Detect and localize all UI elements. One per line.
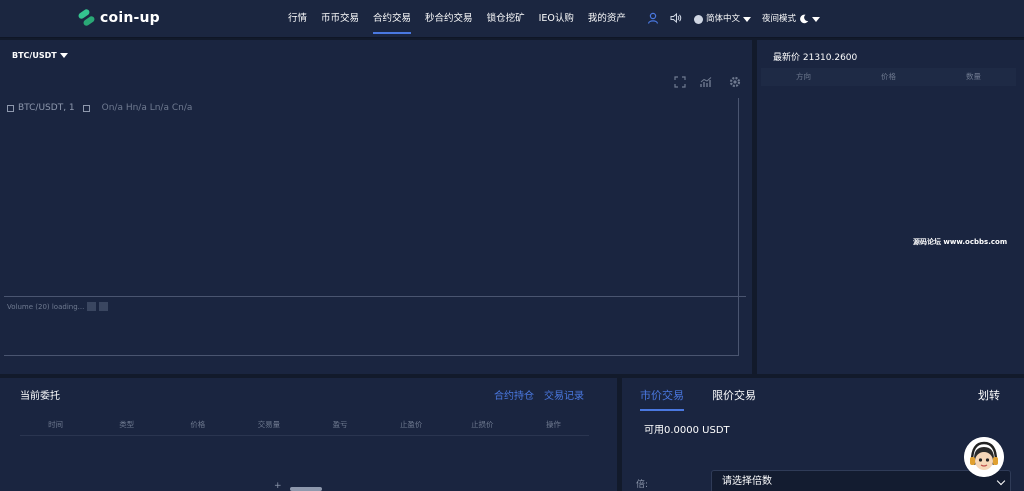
chevron-down-icon <box>812 16 821 22</box>
logo-mark-icon <box>77 8 96 27</box>
volume-legend: Volume (20) loading... <box>7 302 109 311</box>
moon-icon <box>800 14 809 24</box>
orders-panel: 当前委托 合约持仓 交易记录 时间 类型 价格 交易量 盈亏 止盈价 止损价 操… <box>0 378 617 491</box>
logo-text: coin-up <box>100 10 160 26</box>
column-header: 时间 <box>48 420 64 429</box>
tab-limit-order[interactable]: 限价交易 <box>712 387 756 403</box>
user-icon[interactable] <box>647 12 659 24</box>
nav-item-second-contract[interactable]: 秒合约交易 <box>425 0 473 38</box>
column-header: 止盈价 <box>399 420 423 429</box>
column-header: 价格 <box>190 420 206 429</box>
chart-legend: BTC/USDT, 1 On/a Hn/a Ln/a Cn/a <box>7 103 192 113</box>
volume-label: Volume (20) loading... <box>7 302 85 311</box>
chevron-down-icon <box>743 16 752 22</box>
language-label: 简体中文 <box>706 14 741 24</box>
nav-item-spot[interactable]: 币币交易 <box>321 0 359 38</box>
nav-menu: 行情 币币交易 合约交易 秒合约交易 锁仓挖矿 IEO认购 我的资产 <box>288 0 640 38</box>
orders-links: 合约持仓 交易记录 <box>494 387 594 402</box>
logo[interactable]: coin-up <box>77 8 160 27</box>
nav-item-market[interactable]: 行情 <box>288 0 307 38</box>
nav-item-staking[interactable]: 锁仓挖矿 <box>487 0 525 38</box>
nav-item-contract[interactable]: 合约交易 <box>373 0 412 38</box>
customer-support-avatar[interactable] <box>964 437 1004 477</box>
column-header: 数量 <box>966 72 981 81</box>
theme-toggle[interactable]: 夜间模式 <box>762 0 821 38</box>
chevron-down-icon <box>59 53 68 58</box>
positions-link[interactable]: 合约持仓 <box>494 387 534 402</box>
column-header: 价格 <box>881 72 896 81</box>
close-icon[interactable] <box>99 302 109 311</box>
horizontal-scrollbar[interactable] <box>290 487 322 491</box>
available-balance: 可用0.0000 USDT <box>644 425 730 436</box>
tab-market-order[interactable]: 市价交易 <box>640 387 684 411</box>
column-header: 类型 <box>119 420 135 429</box>
fullscreen-icon[interactable] <box>674 76 686 88</box>
settings-icon[interactable] <box>87 302 97 311</box>
order-book-header: 方向 价格 数量 <box>761 68 1016 86</box>
volume-divider <box>4 296 746 297</box>
globe-icon <box>694 14 703 24</box>
legend-title: BTC/USDT, 1 <box>18 103 75 113</box>
trade-panel: 市价交易 限价交易 划转 可用0.0000 USDT 倍: 请选择倍数 <box>622 378 1024 491</box>
theme-label: 夜间模式 <box>762 14 797 24</box>
pair-selector[interactable]: BTC/USDT <box>12 51 68 60</box>
orders-title: 当前委托 <box>20 391 60 402</box>
column-header: 方向 <box>796 72 811 81</box>
language-selector[interactable]: 简体中文 <box>694 0 752 38</box>
nav-item-assets[interactable]: 我的资产 <box>588 0 626 38</box>
pair-label: BTC/USDT <box>12 51 57 60</box>
settings-icon[interactable] <box>729 76 741 88</box>
collapse-icon[interactable] <box>7 104 14 112</box>
leverage-label: 倍: <box>636 480 649 490</box>
indicators-icon[interactable] <box>700 76 712 88</box>
orders-table-header: 时间 类型 价格 交易量 盈亏 止盈价 止损价 操作 <box>20 418 589 436</box>
last-price: 最新价 21310.2600 <box>773 53 858 63</box>
plus-icon: + <box>274 481 282 491</box>
column-header: 操作 <box>545 420 561 429</box>
leverage-select[interactable]: 请选择倍数 <box>711 470 1011 491</box>
nav-item-ieo[interactable]: IEO认购 <box>539 0 574 38</box>
leverage-placeholder: 请选择倍数 <box>722 476 772 487</box>
chevron-down-icon <box>996 476 1006 486</box>
column-header: 交易量 <box>257 420 281 429</box>
chart-panel: BTC/USDT BTC/USDT, 1 On/a Hn/a Ln/a Cn/a… <box>0 40 752 374</box>
watermark: 源码论坛 www.ocbbs.com <box>913 238 1008 246</box>
legend-values: On/a Hn/a Ln/a Cn/a <box>101 103 193 113</box>
trade-history-link[interactable]: 交易记录 <box>544 387 584 402</box>
kline-chart-area[interactable] <box>4 98 739 356</box>
visibility-icon[interactable] <box>82 104 90 112</box>
speaker-icon[interactable] <box>670 12 682 24</box>
transfer-button[interactable]: 划转 <box>978 387 1000 403</box>
column-header: 止损价 <box>471 420 494 429</box>
column-header: 盈亏 <box>332 420 348 429</box>
top-nav: coin-up 行情 币币交易 合约交易 秒合约交易 锁仓挖矿 IEO认购 我的… <box>0 0 1024 38</box>
order-book-panel: 最新价 21310.2600 方向 价格 数量 源码论坛 www.ocbbs.c… <box>757 40 1024 374</box>
